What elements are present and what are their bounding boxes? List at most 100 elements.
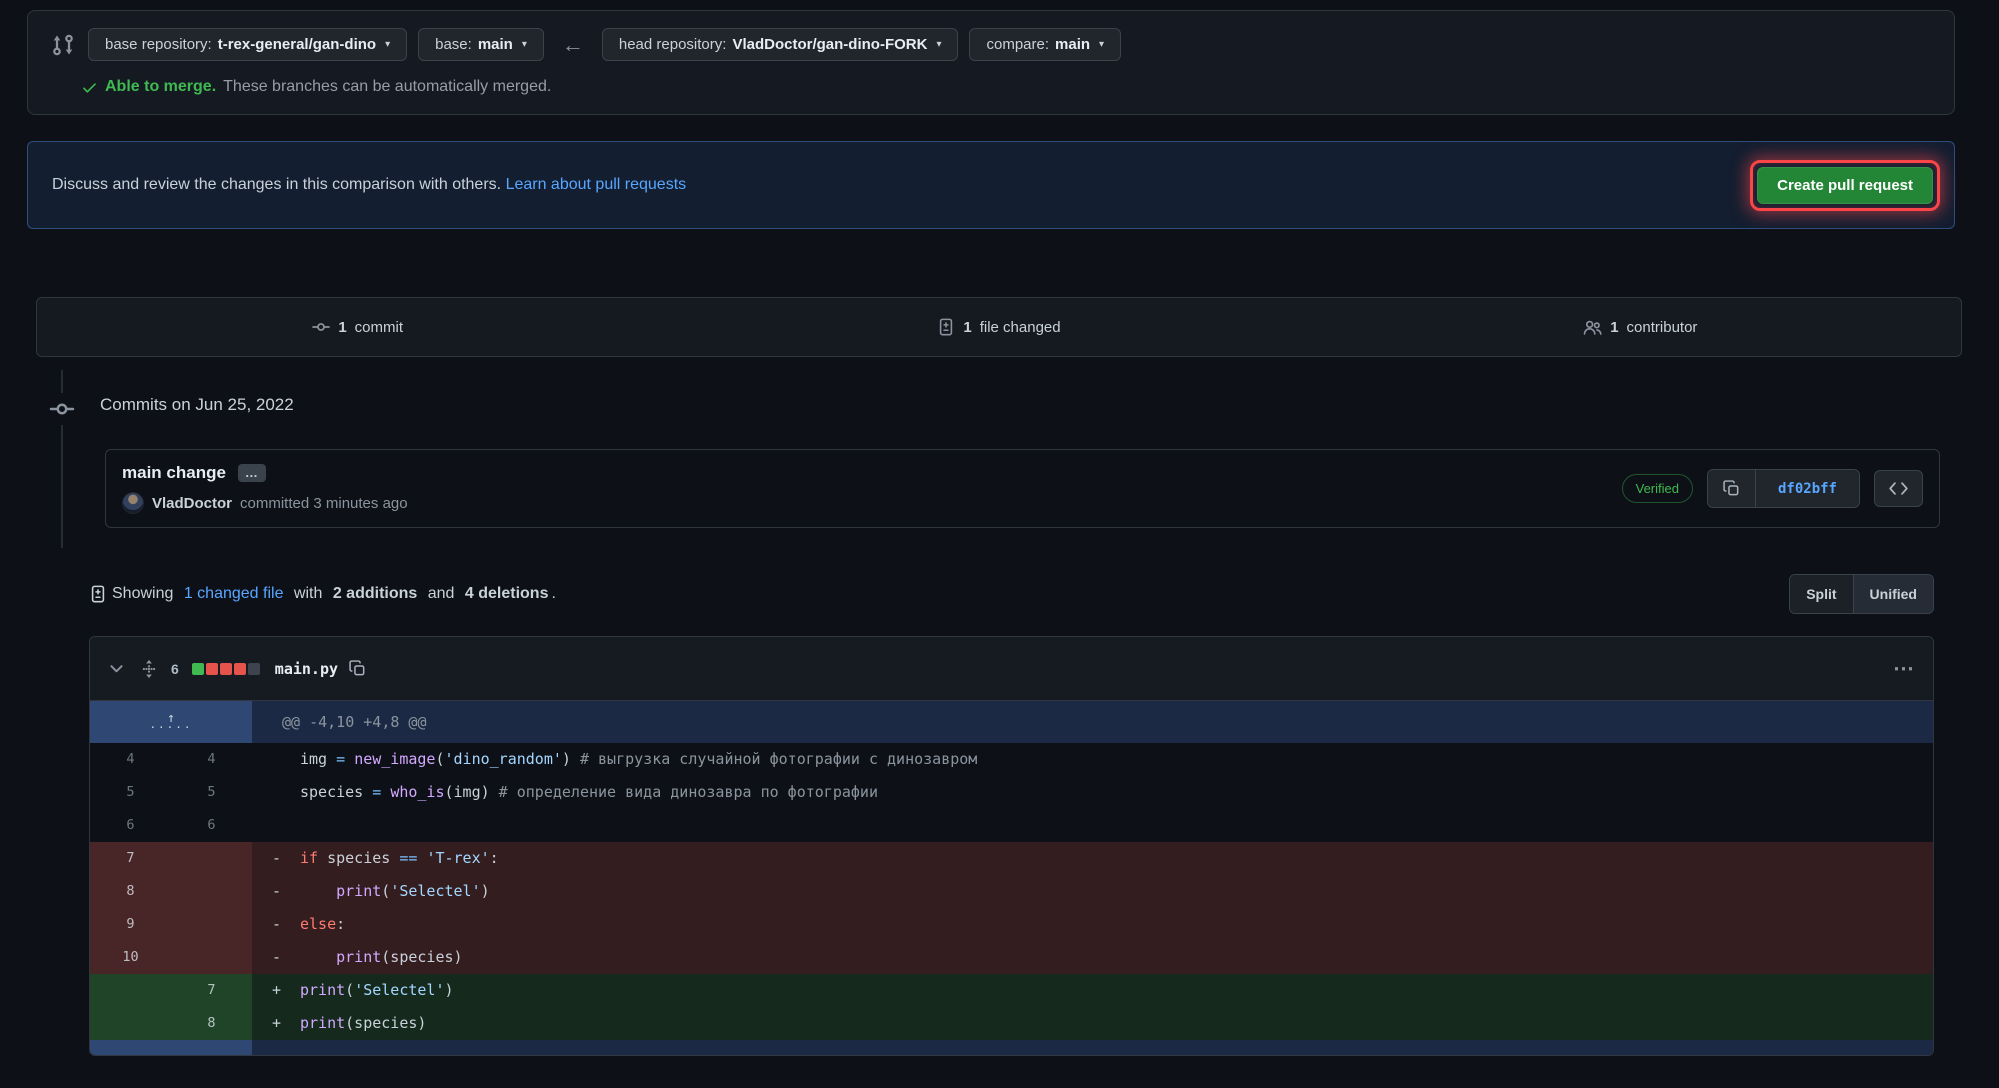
old-line-number[interactable]: 8	[90, 875, 171, 908]
git-compare-icon	[51, 33, 75, 57]
commit-info: main change … VladDoctor committed 3 min…	[122, 463, 408, 514]
diffstat-block-neutral	[247, 662, 260, 675]
deletions-count: 4 deletions	[464, 585, 549, 602]
code-line: - print(species)	[252, 941, 1933, 974]
file-diff-card: 6 main.py ⋯ ↑ ····· @@ -4,10 +4,8 @@ 4 4 img …	[89, 636, 1934, 1056]
file-diff-icon	[937, 318, 955, 336]
new-line-number[interactable]: 4	[171, 743, 252, 776]
old-line-number[interactable]	[90, 1007, 171, 1040]
old-line-number[interactable]: 9	[90, 908, 171, 941]
caret-down-icon: ▾	[385, 39, 391, 50]
commits-stat[interactable]: 1 commit	[37, 298, 678, 356]
files-summary: Showing 1 changed file with 2 additions …	[89, 585, 1789, 603]
compare-branch-select[interactable]: compare: main ▾	[969, 28, 1122, 61]
comparison-stats-bar: 1 commit 1 file changed 1 contributor	[36, 297, 1962, 357]
commit-card: main change … VladDoctor committed 3 min…	[105, 449, 1940, 528]
base-repository-value: t-rex-general/gan-dino	[217, 36, 377, 53]
commit-sha-link[interactable]: df02bff	[1754, 470, 1859, 507]
check-icon	[81, 79, 98, 96]
base-branch-prefix: base:	[435, 36, 472, 53]
code-line: - print('Selectel')	[252, 875, 1933, 908]
diffstat-block-add	[191, 662, 204, 675]
merge-status: Able to merge. These branches can be aut…	[44, 78, 1938, 96]
copy-sha-button[interactable]	[1707, 470, 1755, 507]
diff-filename-link[interactable]: main.py	[275, 660, 338, 678]
commit-sha-group: df02bff	[1706, 469, 1860, 508]
file-diff-icon	[89, 585, 107, 603]
copy-icon	[1723, 480, 1740, 497]
diff-code-row: 8 + print(species)	[90, 1007, 1933, 1040]
diff-marker: +	[272, 981, 282, 999]
expand-diff-button[interactable]: ↑ ·····	[90, 701, 252, 743]
diff-code-row: 66	[90, 809, 1933, 842]
unified-view-button[interactable]: Unified	[1853, 575, 1933, 613]
head-repository-select[interactable]: head repository: VladDoctor/gan-dino-FOR…	[601, 28, 959, 61]
old-line-number[interactable]: 4	[90, 743, 171, 776]
split-view-button[interactable]: Split	[1790, 575, 1854, 613]
commit-title-link[interactable]: main change	[122, 463, 226, 483]
contributor-count: 1	[1610, 318, 1619, 336]
new-line-number[interactable]	[171, 941, 252, 974]
base-branch-value: main	[477, 36, 513, 53]
old-line-number[interactable]: 10	[90, 941, 171, 974]
compare-branch-value: main	[1055, 36, 1091, 53]
diff-code-row: 8 - print('Selectel')	[90, 875, 1933, 908]
learn-about-pull-requests-link[interactable]: Learn about pull requests	[506, 176, 687, 193]
merge-status-title: Able to merge.	[105, 78, 217, 95]
new-line-number[interactable]: 7	[171, 974, 252, 1007]
diffstat-block-del	[233, 662, 246, 675]
old-line-number[interactable]: 5	[90, 776, 171, 809]
expand-dots-icon: ·····	[149, 720, 193, 734]
code-icon	[1889, 481, 1908, 496]
hunk-header-text: @@ -4,10 +4,8 @@	[252, 701, 1933, 743]
commit-author-link[interactable]: VladDoctor	[152, 495, 232, 512]
code-line: - else:	[252, 908, 1933, 941]
new-line-number[interactable]: 8	[171, 1007, 252, 1040]
caret-down-icon: ▾	[1099, 39, 1105, 50]
copy-icon[interactable]	[349, 660, 366, 677]
verified-badge[interactable]: Verified	[1621, 474, 1693, 503]
contributor-label: contributor	[1626, 318, 1698, 336]
avatar[interactable]	[122, 492, 144, 514]
expand-diff-button[interactable]	[90, 1040, 252, 1055]
contributors-stat[interactable]: 1 contributor	[1320, 298, 1961, 356]
code-line: + print(species)	[252, 1007, 1933, 1040]
base-repository-prefix: base repository:	[105, 36, 212, 53]
diff-view-toggle: Split Unified	[1789, 574, 1934, 614]
old-line-number[interactable]: 6	[90, 809, 171, 842]
new-line-number[interactable]: 6	[171, 809, 252, 842]
create-pull-request-button[interactable]: Create pull request	[1757, 166, 1933, 204]
old-line-number[interactable]: 7	[90, 842, 171, 875]
diff-code-row: 4 4 img = new_image('dino_random') # выгру…	[90, 743, 1933, 776]
summary-mid: with	[293, 585, 323, 602]
grabber-icon[interactable]	[140, 659, 158, 679]
base-repository-select[interactable]: base repository: t-rex-general/gan-dino …	[88, 28, 408, 61]
commit-count: 1	[338, 318, 347, 336]
diff-file-header: 6 main.py ⋯	[90, 637, 1933, 701]
commits-heading: Commits on Jun 25, 2022	[100, 395, 294, 414]
summary-and: and	[427, 585, 455, 602]
new-line-number[interactable]	[171, 875, 252, 908]
old-line-number[interactable]	[90, 974, 171, 1007]
annotation-highlight-ring: Create pull request	[1750, 159, 1940, 211]
caret-down-icon: ▾	[521, 39, 527, 50]
diff-code-row: 5 5 species = who_is(img) # определение ви…	[90, 776, 1933, 809]
commit-description-expander[interactable]: …	[237, 464, 266, 482]
banner-text: Discuss and review the changes in this c…	[52, 176, 1750, 194]
changed-file-link[interactable]: 1 changed file	[184, 585, 284, 603]
diffstat-block-del	[205, 662, 218, 675]
compare-selector-card: base repository: t-rex-general/gan-dino …	[27, 10, 1955, 115]
code-line: - if species == 'T-rex':	[252, 842, 1933, 875]
chevron-down-icon[interactable]	[108, 660, 125, 677]
new-line-number[interactable]	[171, 842, 252, 875]
new-line-number[interactable]	[171, 908, 252, 941]
base-branch-select[interactable]: base: main ▾	[418, 28, 544, 61]
browse-repository-button[interactable]	[1874, 470, 1923, 507]
new-line-number[interactable]: 5	[171, 776, 252, 809]
arrow-left-icon: ←	[561, 31, 584, 57]
diff-marker: -	[272, 882, 282, 900]
files-changed-header: Showing 1 changed file with 2 additions …	[89, 574, 1934, 614]
kebab-menu-icon[interactable]: ⋯	[1893, 656, 1915, 681]
files-changed-stat[interactable]: 1 file changed	[678, 298, 1319, 356]
